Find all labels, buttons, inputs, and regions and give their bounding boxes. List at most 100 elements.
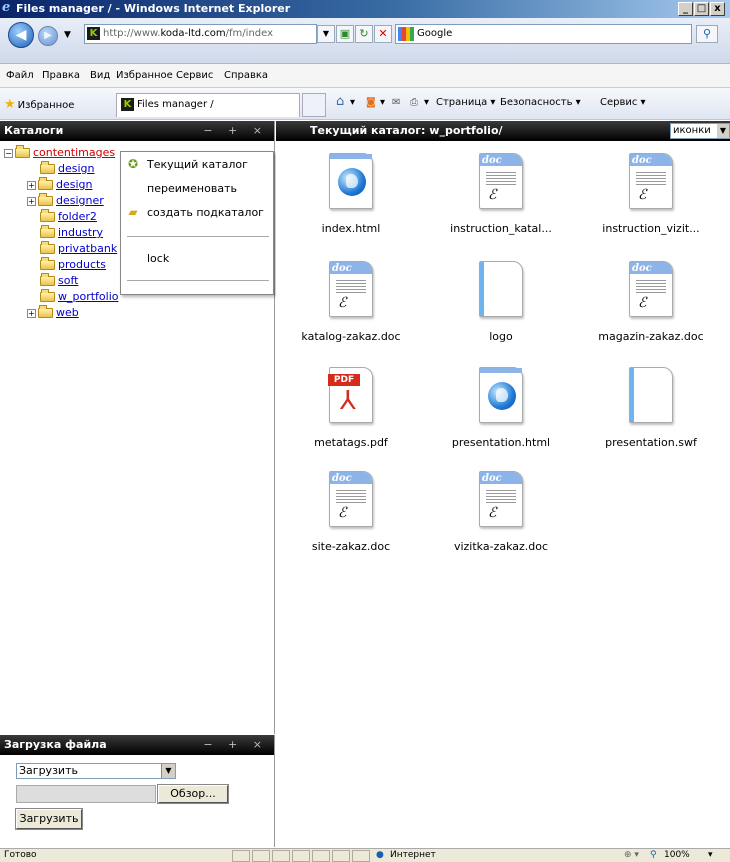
tree-item-design-2[interactable]: + design — [27, 177, 93, 193]
print-icon[interactable]: ⎙ — [410, 97, 418, 108]
panel-controls[interactable]: − + × — [203, 121, 268, 141]
compatibility-icon[interactable]: ▣ — [336, 25, 354, 43]
menu-edit[interactable]: Правка — [42, 70, 80, 81]
folder-icon — [38, 177, 53, 190]
directories-panel-header: Каталоги − + × — [0, 121, 274, 141]
folder-icon — [40, 209, 55, 222]
menu-separator — [127, 280, 269, 281]
tree-item-folder2[interactable]: folder2 — [40, 209, 97, 225]
upload-mode-select[interactable]: Загрузить ▼ — [16, 763, 176, 779]
tree-item-designer[interactable]: + designer — [27, 193, 104, 209]
file-item[interactable]: doc ℰ magazin-zakaz.doc — [576, 261, 726, 361]
mail-icon[interactable]: ✉ — [392, 97, 400, 108]
file-name: instruction_vizit... — [602, 222, 700, 235]
file-item[interactable]: doc ℰ site-zakaz.doc — [276, 471, 426, 571]
current-directory-label: Текущий каталог: w_portfolio/ — [310, 124, 503, 137]
generic-file-icon — [629, 367, 673, 423]
folder-icon — [40, 289, 55, 302]
file-name: katalog-zakaz.doc — [301, 330, 401, 343]
menu-view[interactable]: Вид — [90, 70, 110, 81]
expand-icon[interactable]: + — [27, 180, 36, 190]
file-name: site-zakaz.doc — [311, 540, 391, 553]
collapse-icon[interactable]: − — [4, 148, 13, 158]
favorites-bar: ★ Избранное K Files manager / ⌂ ▾ ◙ ▾ ✉ ⎙ … — [0, 88, 730, 120]
tree-item-design[interactable]: design — [40, 161, 95, 177]
menu-tools[interactable]: Сервис — [176, 70, 213, 81]
security-zone: Интернет — [390, 850, 436, 860]
folder-icon — [40, 241, 55, 254]
back-button[interactable]: ◀ — [8, 22, 34, 48]
menu-item-create-subfolder[interactable]: создать подкаталог — [147, 206, 264, 219]
protected-mode-icon[interactable]: ⊕ ▾ — [624, 849, 639, 862]
tree-item-contentimages[interactable]: − contentimages — [4, 145, 115, 161]
minimize-button[interactable]: _ — [678, 2, 693, 16]
search-icon[interactable]: ⚲ — [696, 25, 718, 43]
doc-file-icon: doc ℰ — [629, 153, 673, 209]
current-folder-icon: ✪ — [127, 157, 139, 171]
close-button[interactable]: x — [710, 2, 725, 16]
maximize-button[interactable]: □ — [694, 2, 709, 16]
search-input[interactable]: Google — [395, 24, 692, 44]
safety-menu[interactable]: Безопасность ▾ — [500, 97, 581, 108]
address-dropdown-button[interactable]: ▼ — [317, 25, 335, 43]
browser-tab[interactable]: K Files manager / — [116, 93, 300, 117]
zoom-level[interactable]: 100% — [664, 849, 690, 862]
menu-item-current-folder[interactable]: Текущий каталог — [147, 158, 248, 171]
files-panel-header: Текущий каталог: w_portfolio/ иконки ▼ — [276, 121, 730, 141]
folder-icon — [40, 161, 55, 174]
context-menu: ✪ Текущий каталог переименовать ▰ создат… — [120, 151, 274, 295]
tools-menu[interactable]: Сервис ▾ — [600, 97, 646, 108]
chevron-down-icon: ▼ — [717, 124, 729, 138]
tree-item-w-portfolio[interactable]: w_portfolio — [40, 289, 119, 305]
address-input[interactable]: Khttp://www.koda-ltd.com/fm/index — [84, 24, 317, 44]
file-name: metatags.pdf — [314, 436, 388, 449]
address-toolbar: ◀ ▶ ▼ Khttp://www.koda-ltd.com/fm/index … — [0, 18, 730, 64]
file-item[interactable]: doc ℰ vizitka-zakaz.doc — [426, 471, 576, 571]
menu-item-rename[interactable]: переименовать — [147, 182, 237, 195]
history-dropdown-icon[interactable]: ▼ — [64, 30, 71, 40]
expand-icon[interactable]: + — [27, 196, 36, 206]
favorites-button[interactable]: ★ Избранное — [4, 97, 74, 112]
file-item[interactable]: doc ℰ katalog-zakaz.doc — [276, 261, 426, 361]
html-file-icon — [329, 153, 373, 209]
browse-button[interactable]: Обзор... — [157, 784, 229, 804]
tree-item-privatbank[interactable]: privatbank — [40, 241, 117, 257]
view-mode-select[interactable]: иконки ▼ — [670, 123, 730, 139]
folder-icon — [15, 145, 30, 158]
menu-favorites[interactable]: Избранное — [116, 70, 173, 81]
expand-icon[interactable]: + — [27, 308, 36, 318]
new-tab-button[interactable] — [302, 93, 326, 117]
stop-icon[interactable]: ✕ — [374, 25, 392, 43]
home-icon[interactable]: ⌂ — [336, 94, 344, 109]
site-favicon-icon: K — [87, 27, 100, 40]
file-item[interactable]: logo — [426, 261, 576, 361]
file-path-field[interactable] — [16, 785, 156, 803]
feeds-icon[interactable]: ◙ — [366, 97, 376, 108]
tree-item-products[interactable]: products — [40, 257, 106, 273]
menu-file[interactable]: Файл — [6, 70, 34, 81]
panel-controls[interactable]: − + × — [203, 735, 268, 755]
file-item[interactable]: PDF ⅄ metatags.pdf — [276, 367, 426, 467]
doc-file-icon: doc ℰ — [329, 261, 373, 317]
upload-button[interactable]: Загрузить — [15, 808, 83, 830]
tree-item-web[interactable]: + web — [27, 305, 79, 321]
page-menu[interactable]: Страница ▾ — [436, 97, 495, 108]
zoom-dropdown-icon[interactable]: ▾ — [708, 849, 713, 862]
file-item[interactable]: presentation.html — [426, 367, 576, 467]
internet-zone-icon: ● — [376, 850, 384, 860]
ie-logo-icon: e — [2, 0, 11, 15]
file-item[interactable]: doc ℰ instruction_vizit... — [576, 153, 726, 253]
menu-item-lock[interactable]: lock — [147, 252, 169, 265]
window-title: Files manager / - Windows Internet Explo… — [16, 2, 291, 15]
zoom-icon: ⚲ — [650, 850, 657, 860]
google-icon — [398, 27, 414, 41]
forward-button[interactable]: ▶ — [38, 26, 58, 46]
upload-panel: Загрузка файла − + × Загрузить ▼ Обзор..… — [0, 735, 275, 847]
file-item[interactable]: index.html — [276, 153, 426, 253]
file-item[interactable]: doc ℰ instruction_katal... — [426, 153, 576, 253]
tree-item-soft[interactable]: soft — [40, 273, 78, 289]
refresh-icon[interactable]: ↻ — [355, 25, 373, 43]
tree-item-industry[interactable]: industry — [40, 225, 103, 241]
menu-help[interactable]: Справка — [224, 70, 268, 81]
file-item[interactable]: presentation.swf — [576, 367, 726, 467]
